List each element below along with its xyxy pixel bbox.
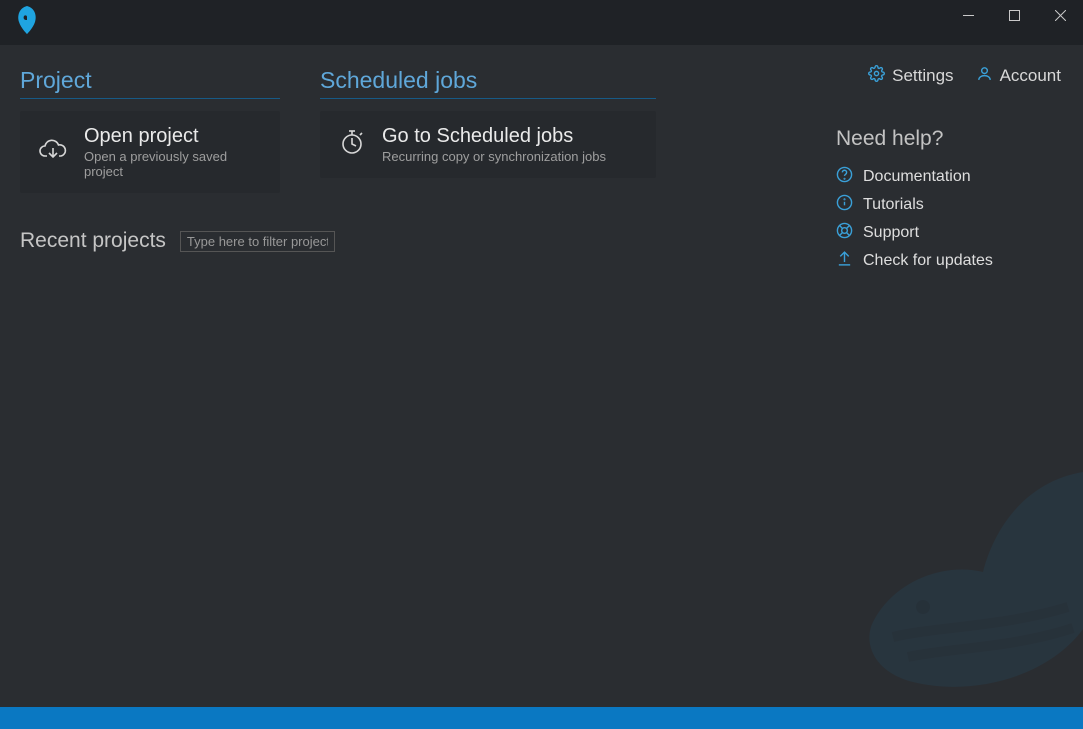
lifebuoy-icon <box>836 222 853 244</box>
help-support-link[interactable]: Support <box>836 219 1061 247</box>
help-documentation-link[interactable]: Documentation <box>836 163 1061 191</box>
recent-projects-title: Recent projects <box>20 229 166 253</box>
check-updates-link[interactable]: Check for updates <box>836 247 1061 275</box>
app-logo-icon <box>14 5 40 40</box>
content-area: Settings Account Project <box>0 45 1083 707</box>
open-project-title: Open project <box>84 125 262 148</box>
project-section-title: Project <box>20 67 280 99</box>
help-link-label: Check for updates <box>863 252 993 270</box>
recent-projects-filter-input[interactable] <box>180 231 335 252</box>
settings-label: Settings <box>892 66 953 86</box>
gear-icon <box>868 65 885 87</box>
scheduled-jobs-card[interactable]: Go to Scheduled jobs Recurring copy or s… <box>320 111 656 178</box>
maximize-button[interactable] <box>991 0 1037 30</box>
open-project-subtitle: Open a previously saved project <box>84 149 262 179</box>
scheduled-jobs-title: Go to Scheduled jobs <box>382 125 606 148</box>
help-panel: Need help? Documentation Tutorials Suppo… <box>836 127 1061 275</box>
scheduled-jobs-section: Scheduled jobs Go to Scheduled jobs Recu… <box>320 67 656 193</box>
cloud-open-icon <box>38 137 68 168</box>
account-label: Account <box>1000 66 1061 86</box>
scheduled-jobs-section-title: Scheduled jobs <box>320 67 656 99</box>
project-section: Project Open project Open a previously s… <box>20 67 280 193</box>
help-tutorials-link[interactable]: Tutorials <box>836 191 1061 219</box>
help-title: Need help? <box>836 127 1061 151</box>
scheduled-jobs-subtitle: Recurring copy or synchronization jobs <box>382 149 606 164</box>
open-project-card[interactable]: Open project Open a previously saved pro… <box>20 111 280 193</box>
close-button[interactable] <box>1037 0 1083 30</box>
status-bar <box>0 707 1083 729</box>
titlebar <box>0 0 1083 45</box>
question-icon <box>836 166 853 188</box>
info-icon <box>836 194 853 216</box>
help-link-label: Documentation <box>863 168 971 186</box>
user-icon <box>976 65 993 87</box>
whale-watermark-icon <box>823 432 1083 697</box>
help-link-label: Support <box>863 224 919 242</box>
account-link[interactable]: Account <box>976 65 1061 87</box>
minimize-button[interactable] <box>945 0 991 30</box>
stopwatch-icon <box>338 128 366 161</box>
upload-icon <box>836 250 853 272</box>
help-link-label: Tutorials <box>863 196 924 214</box>
settings-link[interactable]: Settings <box>868 65 953 87</box>
